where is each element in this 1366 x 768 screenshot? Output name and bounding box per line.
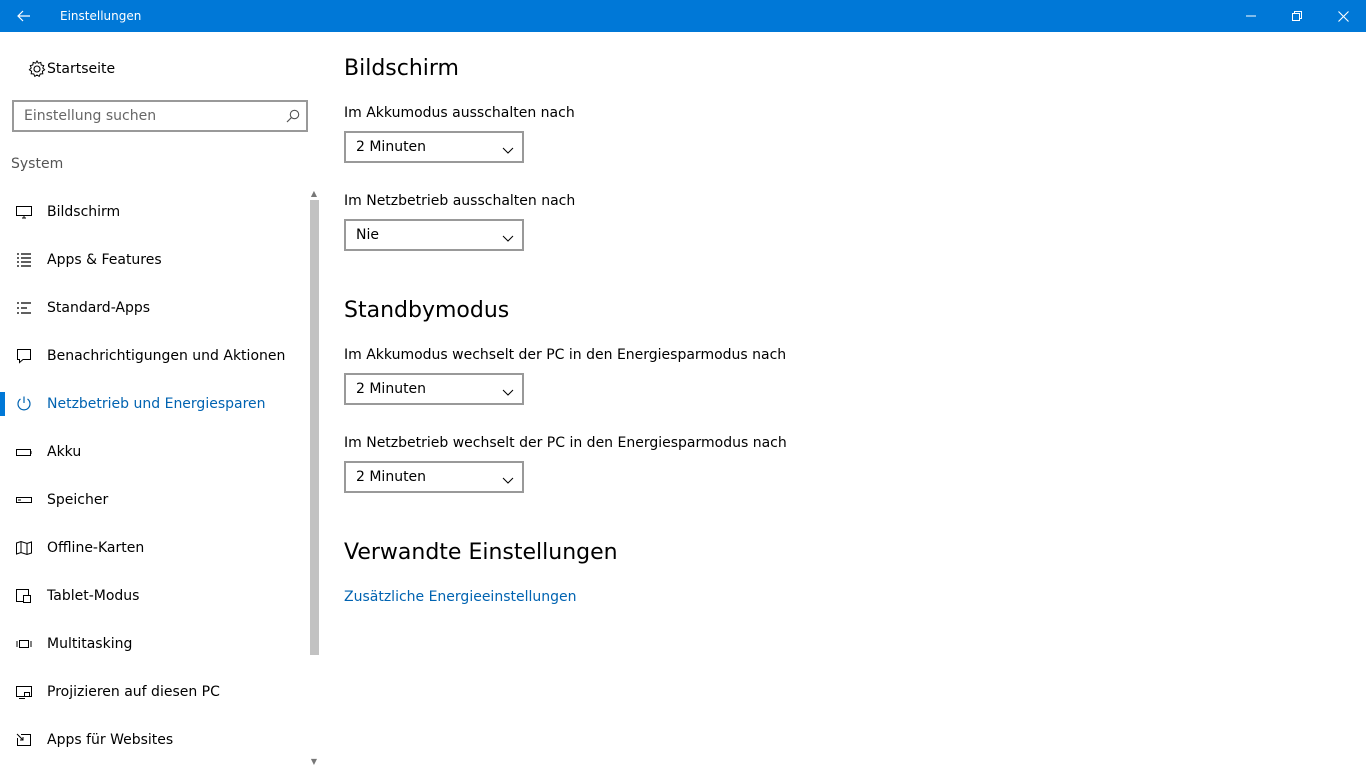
default-apps-icon [14, 299, 34, 317]
screen-heading: Bildschirm [344, 56, 459, 81]
power-icon [14, 395, 34, 413]
battery-icon [14, 443, 34, 461]
chevron-down-icon [502, 471, 514, 490]
screen-plugged-dropdown[interactable]: Nie [344, 219, 524, 251]
scroll-up-arrow-icon[interactable]: ▲ [308, 188, 320, 200]
sidebar-item-label: Netzbetrieb und Energiesparen [47, 396, 266, 412]
apps-websites-icon [14, 731, 34, 749]
sidebar-item-benachrichtigungen[interactable]: Benachrichtigungen und Aktionen [0, 332, 308, 380]
sidebar-item-projizieren[interactable]: Projizieren auf diesen PC [0, 668, 308, 716]
sidebar-item-apps-websites[interactable]: Apps für Websites [0, 716, 308, 764]
sidebar-item-netzbetrieb[interactable]: Netzbetrieb und Energiesparen [0, 380, 308, 428]
storage-icon [14, 491, 34, 509]
chevron-down-icon [502, 141, 514, 160]
sleep-battery-label: Im Akkumodus wechselt der PC in den Ener… [344, 347, 787, 363]
sleep-battery-dropdown[interactable]: 2 Minuten [344, 373, 524, 405]
home-label: Startseite [47, 61, 116, 77]
back-button[interactable] [0, 0, 48, 32]
search-box[interactable] [12, 100, 308, 132]
dropdown-value: Nie [356, 227, 379, 243]
chevron-down-icon [502, 229, 514, 248]
sleep-plugged-label: Im Netzbetrieb wechselt der PC in den En… [344, 435, 787, 451]
multitasking-icon [14, 635, 34, 653]
sidebar-item-label: Akku [47, 444, 82, 460]
dropdown-value: 2 Minuten [356, 139, 427, 155]
search-icon[interactable] [286, 108, 300, 127]
project-icon [14, 683, 34, 701]
title-bar: Einstellungen [0, 0, 1366, 32]
chevron-down-icon [502, 383, 514, 402]
sidebar-item-speicher[interactable]: Speicher [0, 476, 308, 524]
scroll-down-arrow-icon[interactable]: ▼ [308, 756, 320, 768]
apps-list-icon [14, 251, 34, 269]
sidebar-item-label: Multitasking [47, 636, 133, 652]
sidebar-nav: Bildschirm Apps & Features Standard-Apps… [0, 188, 308, 764]
close-button[interactable] [1320, 0, 1366, 32]
monitor-icon [14, 203, 34, 221]
tablet-mode-icon [14, 587, 34, 605]
home-nav-item[interactable]: Startseite [0, 52, 310, 86]
sidebar-item-label: Benachrichtigungen und Aktionen [47, 348, 286, 364]
map-icon [14, 539, 34, 557]
sidebar: Startseite System Bildschirm Apps & Feat… [0, 32, 320, 768]
search-input[interactable] [14, 102, 274, 130]
sidebar-item-label: Apps & Features [47, 252, 162, 268]
related-heading: Verwandte Einstellungen [344, 540, 618, 565]
restore-button[interactable] [1274, 0, 1320, 32]
sidebar-item-label: Standard-Apps [47, 300, 151, 316]
sidebar-item-label: Apps für Websites [47, 732, 174, 748]
dropdown-value: 2 Minuten [356, 381, 427, 397]
section-label-system: System [11, 156, 64, 172]
sidebar-item-label: Tablet-Modus [47, 588, 140, 604]
sidebar-item-tablet-modus[interactable]: Tablet-Modus [0, 572, 308, 620]
sidebar-item-label: Speicher [47, 492, 109, 508]
minimize-icon [1246, 15, 1256, 17]
sidebar-item-akku[interactable]: Akku [0, 428, 308, 476]
sidebar-item-multitasking[interactable]: Multitasking [0, 620, 308, 668]
restore-icon [1292, 11, 1302, 21]
sidebar-item-bildschirm[interactable]: Bildschirm [0, 188, 308, 236]
minimize-button[interactable] [1228, 0, 1274, 32]
sleep-heading: Standbymodus [344, 298, 510, 323]
screen-battery-dropdown[interactable]: 2 Minuten [344, 131, 524, 163]
sleep-plugged-dropdown[interactable]: 2 Minuten [344, 461, 524, 493]
sidebar-item-label: Offline-Karten [47, 540, 145, 556]
sidebar-item-offline-karten[interactable]: Offline-Karten [0, 524, 308, 572]
sidebar-scrollbar[interactable]: ▲ ▼ [308, 188, 320, 768]
additional-power-settings-link[interactable]: Zusätzliche Energieeinstellungen [344, 589, 577, 605]
dropdown-value: 2 Minuten [356, 469, 427, 485]
sidebar-item-label: Bildschirm [47, 204, 121, 220]
scroll-thumb[interactable] [310, 200, 319, 655]
window-title: Einstellungen [60, 9, 142, 23]
notification-icon [14, 347, 34, 365]
screen-battery-label: Im Akkumodus ausschalten nach [344, 105, 575, 121]
sidebar-item-label: Projizieren auf diesen PC [47, 684, 220, 700]
screen-plugged-label: Im Netzbetrieb ausschalten nach [344, 193, 576, 209]
close-icon [1337, 10, 1349, 22]
back-arrow-icon [17, 10, 30, 22]
sidebar-item-standard-apps[interactable]: Standard-Apps [0, 284, 308, 332]
sidebar-item-apps-features[interactable]: Apps & Features [0, 236, 308, 284]
